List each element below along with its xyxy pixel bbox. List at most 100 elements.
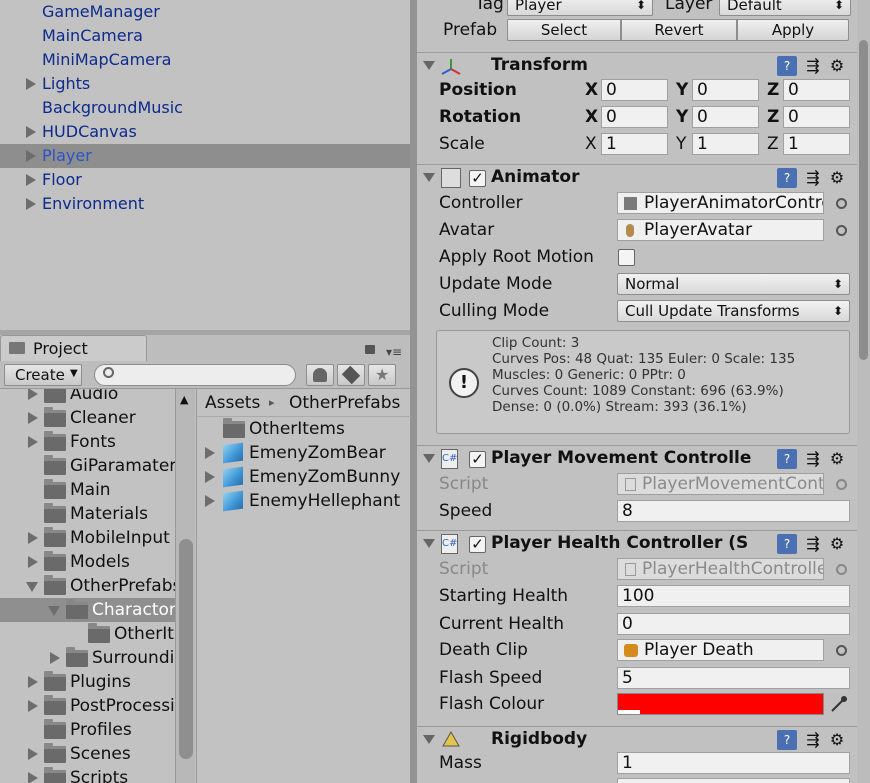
expand-arrow-icon[interactable] — [28, 556, 38, 568]
movement-header[interactable]: C# ✓ Player Movement Controlle ? ⇶ ⚙ — [417, 445, 857, 473]
preset-icon[interactable]: ⇶ — [803, 168, 823, 188]
scale-x-field[interactable]: 1 — [601, 133, 668, 155]
panel-divider[interactable] — [410, 0, 417, 783]
asset-item[interactable]: EmenyZomBunny — [197, 465, 411, 489]
project-folder-item[interactable]: Scripts — [0, 766, 175, 783]
filter-by-label-button[interactable] — [337, 364, 365, 386]
expand-arrow-icon[interactable] — [205, 447, 215, 459]
expand-arrow-icon[interactable] — [205, 471, 215, 483]
controller-field[interactable]: PlayerAnimatorContro — [617, 192, 824, 214]
scrollbar-thumb[interactable] — [179, 539, 193, 759]
tab-project[interactable]: Project — [0, 335, 147, 361]
expand-arrow-icon[interactable] — [26, 126, 36, 138]
gear-icon[interactable]: ⚙ — [827, 168, 847, 188]
health-header[interactable]: C# ✓ Player Health Controller (S ? ⇶ ⚙ — [417, 530, 857, 558]
project-folder-item[interactable]: Profiles — [0, 718, 175, 742]
tag-dropdown[interactable]: Player — [507, 0, 653, 16]
breadcrumb-assets[interactable]: Assets — [205, 389, 260, 417]
project-folder-item[interactable]: Audio — [0, 389, 175, 406]
object-picker-icon[interactable] — [836, 645, 847, 656]
foldout-arrow-icon[interactable] — [423, 173, 435, 182]
movement-enabled-checkbox[interactable]: ✓ — [469, 451, 486, 468]
scale-z-field[interactable]: 1 — [783, 133, 850, 155]
expand-arrow-icon[interactable] — [205, 495, 215, 507]
object-picker-icon[interactable] — [836, 198, 847, 209]
object-picker-icon[interactable] — [836, 225, 847, 236]
expand-arrow-icon[interactable] — [26, 198, 36, 210]
asset-item[interactable]: EnemyHellephant — [197, 489, 411, 513]
animator-header[interactable]: ✓ Animator ? ⇶ ⚙ — [417, 164, 857, 192]
expand-arrow-icon[interactable] — [26, 174, 36, 186]
help-icon[interactable]: ? — [777, 449, 797, 469]
asset-item[interactable]: EmenyZomBear — [197, 441, 411, 465]
help-icon[interactable]: ? — [777, 730, 797, 750]
hierarchy-item[interactable]: MiniMapCamera — [0, 48, 410, 72]
scrollbar-thumb[interactable] — [859, 40, 868, 360]
preset-icon[interactable]: ⇶ — [803, 449, 823, 469]
position-x-field[interactable]: 0 — [601, 79, 668, 101]
create-button[interactable]: Create ▼ — [4, 364, 82, 386]
scroll-up-arrow-icon[interactable]: ▲ — [180, 393, 188, 406]
foldout-arrow-icon[interactable] — [423, 539, 435, 548]
gear-icon[interactable]: ⚙ — [827, 730, 847, 750]
project-folder-item[interactable]: OtherIt — [0, 622, 175, 646]
expand-arrow-icon[interactable] — [28, 436, 38, 448]
mass-field[interactable]: 1 — [617, 752, 850, 774]
project-folder-item[interactable]: OtherPrefabs — [0, 574, 175, 598]
current-health-field[interactable]: 0 — [617, 613, 850, 635]
flash-colour-field[interactable] — [617, 693, 824, 715]
apply-root-motion-checkbox[interactable] — [618, 249, 635, 266]
asset-item[interactable]: OtherItems — [197, 417, 411, 441]
expand-arrow-icon[interactable] — [26, 150, 36, 162]
update-mode-dropdown[interactable]: Normal — [617, 273, 850, 295]
expand-arrow-icon[interactable] — [28, 532, 38, 544]
expand-arrow-icon[interactable] — [28, 772, 38, 783]
preset-icon[interactable]: ⇶ — [803, 56, 823, 76]
prefab-select-button[interactable]: Select — [507, 19, 621, 41]
expand-arrow-icon[interactable] — [28, 700, 38, 712]
starting-health-field[interactable]: 100 — [617, 585, 850, 607]
expand-arrow-icon[interactable] — [28, 748, 38, 760]
project-folder-item[interactable]: PostProcessi — [0, 694, 175, 718]
hierarchy-item[interactable]: HUDCanvas — [0, 120, 410, 144]
project-folder-item[interactable]: Fonts — [0, 430, 175, 454]
expand-arrow-icon[interactable] — [26, 78, 36, 90]
help-icon[interactable]: ? — [777, 168, 797, 188]
next-field[interactable] — [617, 778, 850, 783]
project-folder-item[interactable]: Scenes — [0, 742, 175, 766]
project-folder-item[interactable]: MobileInput — [0, 526, 175, 550]
project-folder-item[interactable]: Charactors — [0, 598, 175, 622]
foldout-arrow-icon[interactable] — [423, 735, 435, 744]
expand-arrow-icon[interactable] — [26, 582, 38, 592]
flash-speed-field[interactable]: 5 — [617, 667, 850, 689]
rigidbody-header[interactable]: Rigidbody ? ⇶ ⚙ — [417, 726, 857, 754]
position-y-field[interactable]: 0 — [692, 79, 759, 101]
gear-icon[interactable]: ⚙ — [827, 534, 847, 554]
project-folder-item[interactable]: GiParamater — [0, 454, 175, 478]
transform-header[interactable]: Transform ? ⇶ ⚙ — [417, 52, 857, 80]
animator-enabled-checkbox[interactable]: ✓ — [469, 170, 486, 187]
breadcrumb-otherprefabs[interactable]: OtherPrefabs — [289, 389, 400, 417]
layer-dropdown[interactable]: Default — [719, 0, 851, 16]
project-folder-item[interactable]: Surroundi — [0, 646, 175, 670]
project-folder-item[interactable]: Main — [0, 478, 175, 502]
position-z-field[interactable]: 0 — [783, 79, 850, 101]
help-icon[interactable]: ? — [777, 534, 797, 554]
preset-icon[interactable]: ⇶ — [803, 730, 823, 750]
hierarchy-item[interactable]: MainCamera — [0, 24, 410, 48]
folder-tree-scrollbar[interactable]: ▲ — [175, 389, 195, 783]
expand-arrow-icon[interactable] — [50, 652, 60, 664]
inspector-scrollbar[interactable] — [857, 0, 870, 783]
prefab-revert-button[interactable]: Revert — [621, 19, 737, 41]
project-folder-item[interactable]: Models — [0, 550, 175, 574]
expand-arrow-icon[interactable] — [28, 412, 38, 424]
foldout-arrow-icon[interactable] — [423, 454, 435, 463]
eyedropper-icon[interactable] — [829, 694, 849, 714]
project-folder-item[interactable]: Plugins — [0, 670, 175, 694]
gear-icon[interactable]: ⚙ — [827, 449, 847, 469]
expand-arrow-icon[interactable] — [48, 606, 60, 616]
filter-by-type-button[interactable] — [306, 364, 334, 386]
hierarchy-item[interactable]: Floor — [0, 168, 410, 192]
scale-y-field[interactable]: 1 — [692, 133, 759, 155]
help-icon[interactable]: ? — [777, 56, 797, 76]
